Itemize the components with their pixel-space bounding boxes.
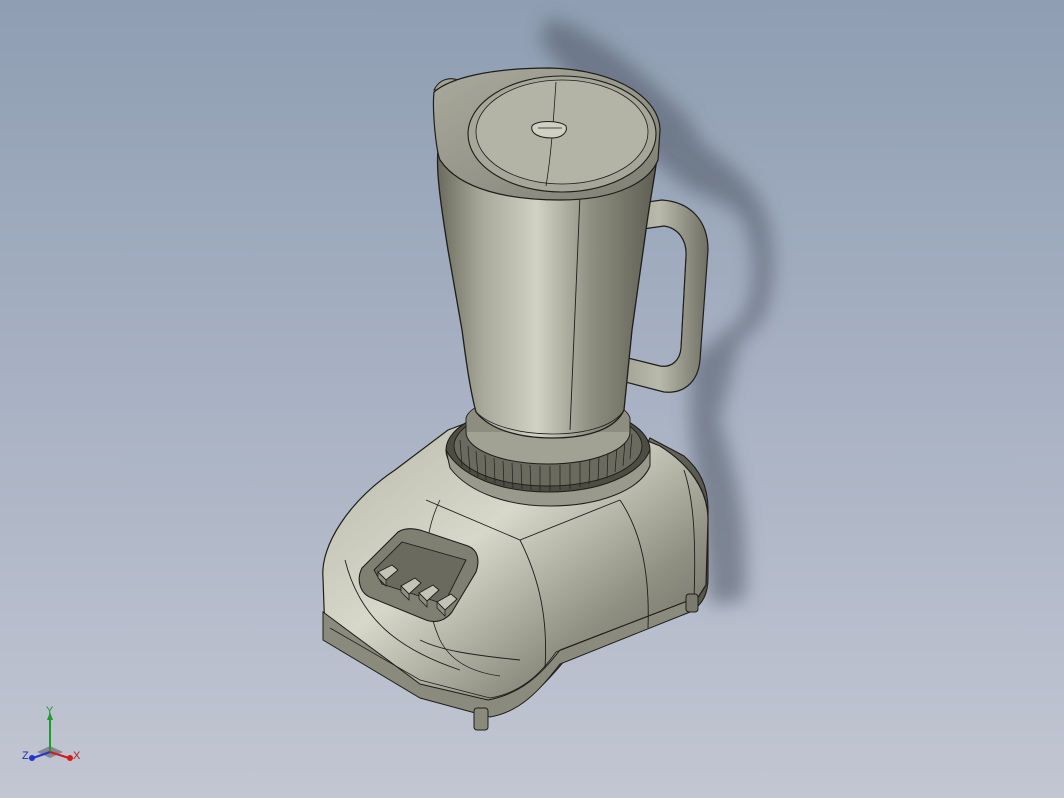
foot-right <box>685 593 699 613</box>
graphics-viewport[interactable]: Y Z X <box>0 0 1064 798</box>
lid-cap[interactable] <box>531 121 567 139</box>
axis-y-label: Y <box>46 705 54 717</box>
axis-x-label: X <box>73 750 81 762</box>
model-scene[interactable] <box>0 0 1064 798</box>
jar-lid[interactable] <box>432 67 661 201</box>
axis-z-label: Z <box>22 750 29 762</box>
foot-front <box>473 707 489 731</box>
view-triad[interactable]: Y Z X <box>18 700 88 772</box>
